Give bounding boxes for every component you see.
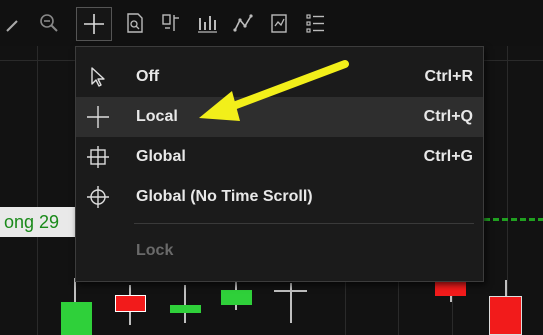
- menu-item-label: Global (No Time Scroll): [136, 188, 313, 205]
- global-crosshair-icon: [86, 145, 110, 169]
- line-chart-icon[interactable]: [228, 8, 258, 38]
- menu-item-label: Local: [136, 108, 178, 125]
- candle-bear: [435, 282, 466, 296]
- candle-doji: [274, 290, 307, 292]
- grid-line: [507, 46, 508, 335]
- menu-item-local[interactable]: Local Ctrl+Q: [76, 97, 483, 137]
- menu-item-shortcut: Ctrl+Q: [423, 108, 473, 125]
- crosshair-menu: Off Ctrl+R Local Ctrl+Q Global Ctrl+G Gl…: [75, 46, 484, 282]
- menu-separator: [134, 223, 474, 224]
- toolbar: [0, 0, 543, 46]
- compare-icon[interactable]: [156, 8, 186, 38]
- candle-wick: [290, 283, 292, 323]
- document-search-icon[interactable]: [120, 8, 150, 38]
- menu-item-off[interactable]: Off Ctrl+R: [76, 57, 483, 97]
- menu-item-label: Lock: [136, 242, 174, 259]
- cursor-arrow-icon: [86, 65, 110, 89]
- crosshair-icon: [86, 105, 110, 129]
- menu-item-global-no-time-scroll[interactable]: Global (No Time Scroll): [76, 177, 483, 217]
- list-icon[interactable]: [300, 8, 330, 38]
- menu-item-shortcut: Ctrl+G: [423, 148, 473, 165]
- grid-line: [37, 46, 38, 335]
- zoom-out-icon[interactable]: [34, 8, 64, 38]
- menu-item-label: Off: [136, 68, 160, 85]
- crosshair-icon[interactable]: [76, 7, 112, 41]
- candle-bear: [489, 296, 522, 335]
- candle-bull: [170, 305, 201, 313]
- report-icon[interactable]: [264, 8, 294, 38]
- menu-item-label: Global: [136, 148, 186, 165]
- candle-bull: [221, 290, 252, 305]
- cursor-icon[interactable]: [0, 8, 30, 38]
- target-crosshair-icon: [86, 185, 110, 209]
- menu-item-shortcut: Ctrl+R: [424, 68, 473, 85]
- menu-item-global[interactable]: Global Ctrl+G: [76, 137, 483, 177]
- candle-bear: [115, 295, 146, 312]
- menu-item-lock: Lock: [76, 231, 483, 271]
- candle-bull: [61, 302, 92, 335]
- price-dashed-line: [484, 218, 543, 221]
- bar-chart-icon[interactable]: [192, 8, 222, 38]
- candle-wick: [184, 285, 186, 323]
